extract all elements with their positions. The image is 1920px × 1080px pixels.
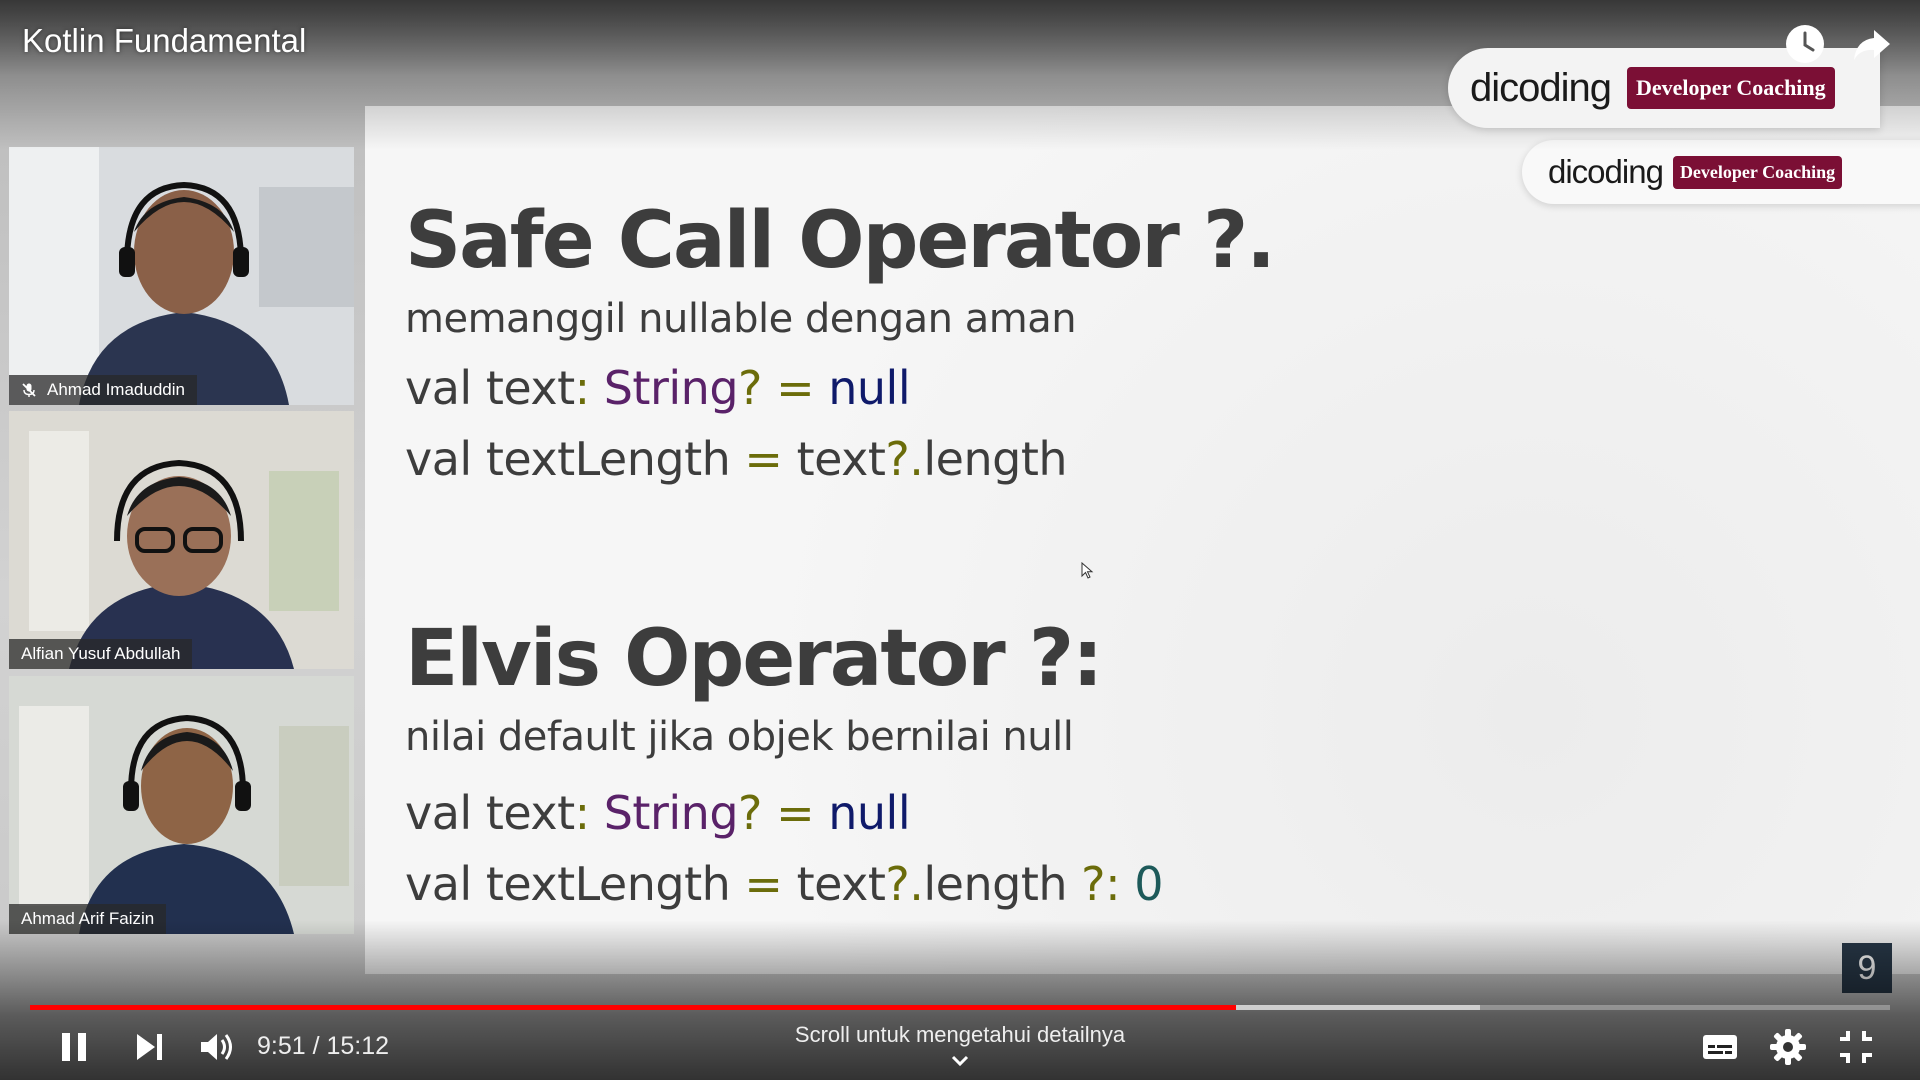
elvis-heading: Elvis Operator ?: bbox=[405, 614, 1103, 704]
safe-call-code-line-1: val text: String? = null bbox=[405, 361, 911, 415]
presentation-slide: dicoding Developer Coaching Safe Call Op… bbox=[365, 106, 1920, 974]
elvis-subtitle: nilai default jika objek bernilai null bbox=[405, 714, 1074, 760]
participant-name-tag: Ahmad Imaduddin bbox=[9, 375, 197, 405]
participant-name: Ahmad Imaduddin bbox=[47, 380, 185, 399]
safe-call-subtitle: memanggil nullable dengan aman bbox=[405, 296, 1077, 342]
brand-badge: Developer Coaching bbox=[1627, 67, 1835, 109]
safe-call-heading: Safe Call Operator ?. bbox=[405, 196, 1276, 286]
video-title[interactable]: Kotlin Fundamental bbox=[22, 22, 306, 60]
share-arrow-icon[interactable] bbox=[1850, 22, 1894, 66]
elvis-code-line-1: val text: String? = null bbox=[405, 786, 911, 840]
participant-tile: Ahmad Arif Faizin bbox=[9, 676, 354, 934]
participant-video bbox=[9, 147, 354, 405]
skip-next-icon[interactable] bbox=[128, 1025, 172, 1069]
video-player[interactable]: dicoding Developer Coaching Safe Call Op… bbox=[0, 0, 1920, 1080]
time-display: 9:51 / 15:12 bbox=[257, 1032, 390, 1060]
mouse-cursor-icon bbox=[1081, 562, 1094, 579]
participant-video bbox=[9, 411, 354, 669]
volume-icon[interactable] bbox=[195, 1025, 239, 1069]
brand-wordmark: dicoding bbox=[1548, 153, 1664, 190]
participant-tile: Alfian Yusuf Abdullah bbox=[9, 411, 354, 669]
participant-tile: Ahmad Imaduddin bbox=[9, 147, 354, 405]
scroll-hint[interactable]: Scroll untuk mengetahui detailnya bbox=[700, 1022, 1220, 1048]
brand-wordmark: dicoding bbox=[1470, 65, 1612, 110]
clock-icon[interactable] bbox=[1783, 22, 1827, 66]
participant-name: Alfian Yusuf Abdullah bbox=[21, 644, 181, 663]
mic-muted-icon bbox=[22, 383, 36, 397]
brand-badge: Developer Coaching bbox=[1672, 155, 1843, 189]
elvis-code-line-2: val textLength = text?.length ?: 0 bbox=[405, 857, 1163, 911]
progress-played bbox=[30, 1005, 1237, 1010]
participant-name-tag: Alfian Yusuf Abdullah bbox=[9, 639, 193, 669]
pause-icon[interactable] bbox=[52, 1025, 96, 1069]
progress-bar[interactable] bbox=[30, 1005, 1890, 1010]
safe-call-code-line-2: val textLength = text?.length bbox=[405, 432, 1068, 486]
participant-video bbox=[9, 676, 354, 934]
subtitles-icon[interactable] bbox=[1698, 1025, 1742, 1069]
gear-icon[interactable] bbox=[1766, 1025, 1810, 1069]
exit-fullscreen-icon[interactable] bbox=[1834, 1025, 1878, 1069]
chevron-down-icon[interactable] bbox=[948, 1052, 972, 1070]
